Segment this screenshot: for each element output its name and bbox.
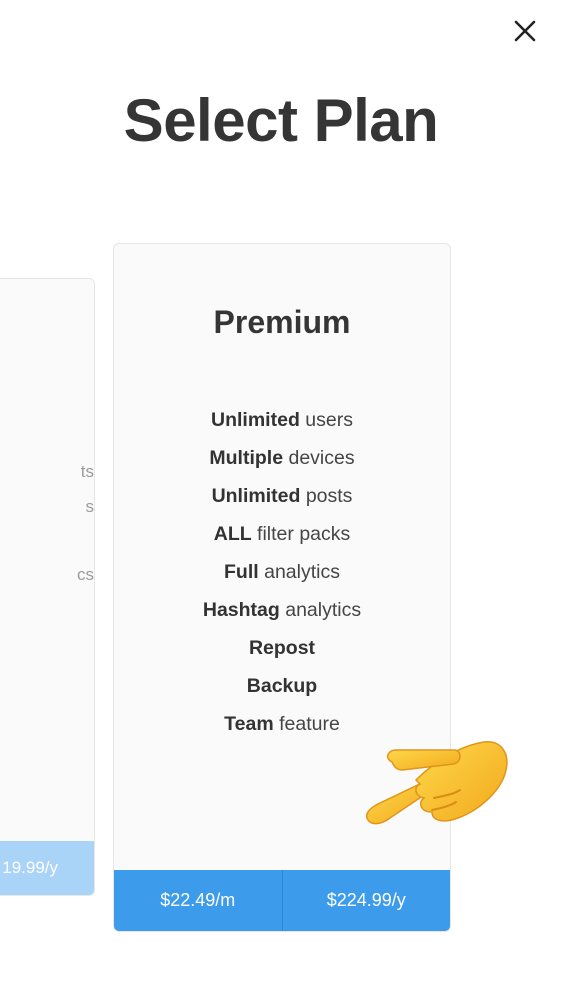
close-button[interactable] — [505, 14, 545, 48]
yearly-price-button[interactable]: 19.99/y — [0, 841, 94, 895]
feature-item: Backup — [246, 675, 318, 697]
plan-title: Premium — [213, 304, 351, 340]
plan-feature-partial: cs — [77, 565, 94, 584]
feature-item: Unlimited posts — [211, 485, 353, 507]
feature-item: Unlimited users — [211, 409, 353, 431]
plan-feature-partial: s — [85, 497, 95, 516]
plan-card-premium: Premium Unlimited users Multiple devices… — [113, 243, 451, 932]
monthly-price-button[interactable]: $22.49/m — [114, 870, 282, 931]
pricing-bar: $22.49/m $224.99/y — [114, 870, 450, 931]
plan-card-previous[interactable]: ts s cs 19.99/y — [0, 278, 95, 896]
yearly-price-button[interactable]: $224.99/y — [283, 870, 451, 931]
pointing-hand-icon — [366, 741, 508, 825]
page-title: Select Plan — [123, 87, 439, 154]
feature-item: Full analytics — [224, 561, 340, 583]
yearly-price-label: 19.99/y — [2, 858, 58, 877]
feature-item: ALL filter packs — [213, 523, 351, 545]
feature-item: Multiple devices — [209, 447, 355, 469]
feature-item: Hashtag analytics — [202, 599, 362, 621]
feature-item: Repost — [248, 637, 316, 659]
plan-selection-screen: Select Plan ts s cs 19.99/y Premium Unli… — [0, 0, 562, 1000]
plan-feature-partial: ts — [80, 462, 94, 481]
close-icon — [514, 20, 536, 42]
feature-list: Unlimited users Multiple devices Unlimit… — [114, 406, 450, 748]
